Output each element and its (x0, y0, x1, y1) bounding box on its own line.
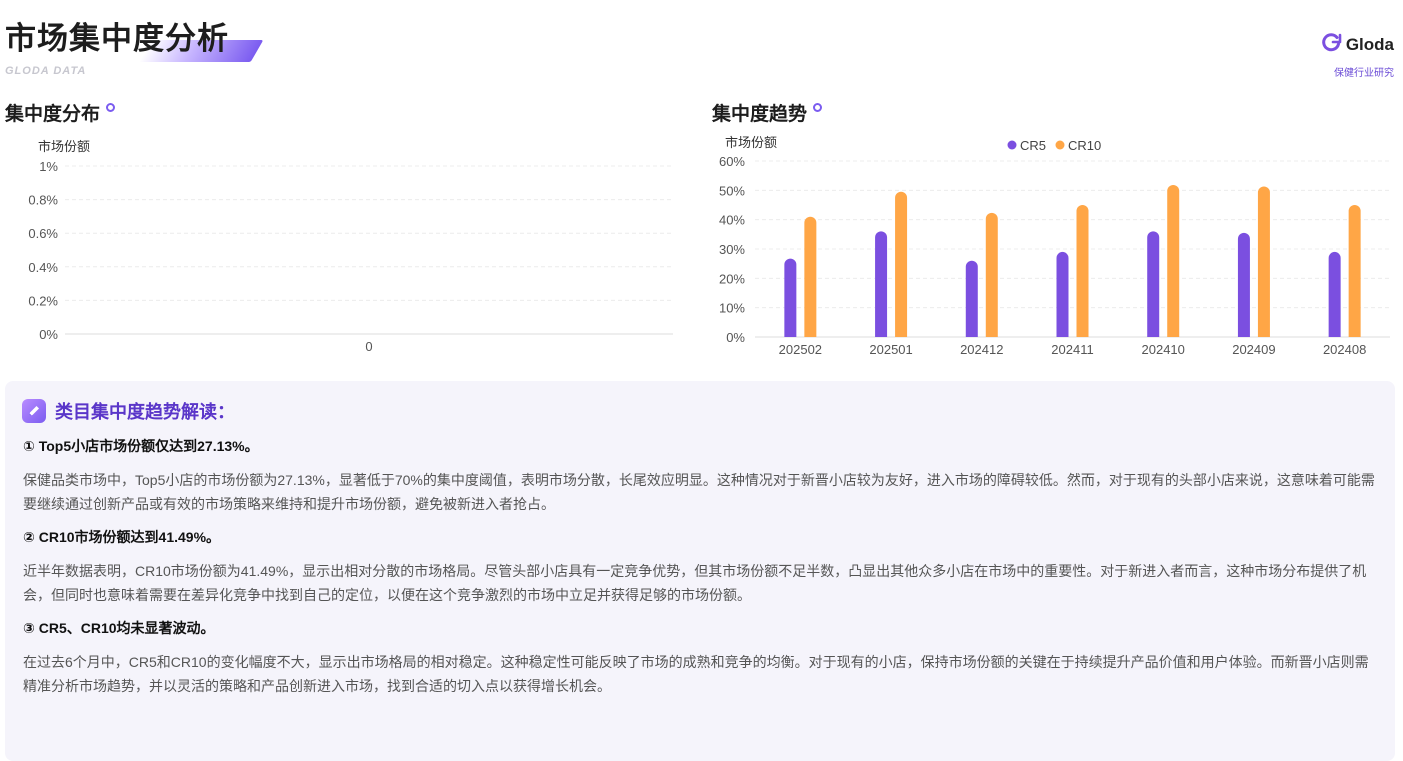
cr5-bar (1237, 232, 1250, 337)
cr10-bar (804, 216, 817, 337)
cr5-bar (1328, 251, 1341, 337)
trend-title-text: 集中度趋势 (712, 104, 808, 125)
analysis-header: 类目集中度趋势解读： (22, 398, 235, 424)
y-tick-label: 0% (726, 330, 745, 345)
pen-icon (22, 399, 46, 423)
analysis-item: ② CR10市场份额达到41.49%。 近半年数据表明，CR10市场份额为41.… (23, 528, 1379, 607)
analysis-item: ③ CR5、CR10均未显著波动。 在过去6个月中，CR5和CR10的变化幅度不… (23, 619, 1379, 698)
analysis-list: ① Top5小店市场份额仅达到27.13%。 保健品类市场中，Top5小店的市场… (23, 437, 1379, 710)
x-tick-label: 202411 (1051, 342, 1093, 357)
trend-section-title: 集中度趋势 (712, 99, 823, 126)
x-tick-label: 202410 (1142, 342, 1185, 357)
y-tick-label: 0.8% (28, 193, 58, 208)
y-tick-label: 40% (719, 213, 745, 228)
analysis-title: 类目集中度趋势解读： (55, 402, 235, 422)
cr5-bar (1056, 251, 1069, 337)
cr10-bar (895, 191, 908, 337)
y-tick-label: 1% (39, 159, 58, 174)
x-tick-label: 202412 (960, 342, 1003, 357)
legend-marker (1055, 140, 1065, 150)
analysis-item-body: 保健品类市场中，Top5小店的市场份额为27.13%，显著低于70%的集中度阈值… (23, 472, 1375, 512)
y-axis-label: 市场份额 (38, 139, 90, 154)
cr5-bar (1147, 231, 1160, 337)
x-tick-label: 202501 (869, 342, 912, 357)
y-axis-label: 市场份额 (725, 135, 777, 150)
y-tick-label: 0% (39, 327, 58, 342)
analysis-item: ① Top5小店市场份额仅达到27.13%。 保健品类市场中，Top5小店的市场… (23, 437, 1379, 516)
brand-logo: Gloda 保健行业研究 (1320, 31, 1394, 79)
cr5-bar (965, 260, 978, 337)
page-title: 市场集中度分析 (5, 21, 229, 56)
analysis-item-body: 在过去6个月中，CR5和CR10的变化幅度不大，显示出市场格局的相对稳定。这种稳… (23, 654, 1369, 694)
page-subtitle: GLODA DATA (5, 65, 87, 77)
cr5-bar (784, 258, 797, 337)
trend-chart: 市场份额 0% 10% 20% 30% 40% 50% 60% CR5 CR10 202502 202… (719, 135, 1390, 357)
brand-subtitle: 保健行业研究 (1334, 68, 1394, 79)
cr10-bar (1076, 205, 1089, 337)
y-tick-label: 10% (719, 301, 745, 316)
analysis-item-title: ② CR10市场份额达到41.49%。 (23, 529, 221, 545)
page-title-wrap: 市场集中度分析 (5, 18, 264, 62)
y-tick-label: 20% (719, 271, 745, 286)
analysis-panel: 类目集中度趋势解读： ① Top5小店市场份额仅达到27.13%。 保健品类市场… (5, 381, 1395, 761)
y-tick-label: 0.4% (28, 260, 58, 275)
distribution-title-text: 集中度分布 (5, 104, 101, 125)
y-tick-label: 0.2% (28, 293, 58, 308)
legend-label: CR10 (1068, 138, 1101, 153)
cr10-bar (1348, 205, 1361, 337)
section-dot-icon (813, 103, 823, 112)
cr5-bar (875, 231, 888, 337)
analysis-item-title: ③ CR5、CR10均未显著波动。 (23, 620, 215, 636)
legend-label: CR5 (1020, 138, 1046, 153)
x-tick-label: 202502 (779, 342, 822, 357)
x-tick-label: 202408 (1323, 342, 1366, 357)
y-tick-label: 30% (719, 242, 745, 257)
cr10-bar (985, 212, 998, 337)
distribution-chart: 市场份额 0% 0.2% 0.4% 0.6% 0.8% 1% 0 (28, 139, 673, 354)
analysis-item-title: ① Top5小店市场份额仅达到27.13%。 (23, 438, 259, 454)
section-dot-icon (106, 103, 116, 112)
cr10-bar (1167, 185, 1180, 337)
brand-name: Gloda (1345, 34, 1394, 54)
y-tick-label: 0.6% (28, 226, 58, 241)
distribution-section-title: 集中度分布 (5, 99, 116, 126)
gloda-logo-icon (1320, 31, 1342, 58)
x-tick-label: 0 (365, 339, 372, 354)
cr10-bar (1257, 186, 1270, 337)
x-tick-label: 202409 (1232, 342, 1275, 357)
legend-marker (1007, 140, 1017, 150)
y-tick-label: 60% (719, 154, 745, 169)
analysis-item-body: 近半年数据表明，CR10市场份额为41.49%，显示出相对分散的市场格局。尽管头… (23, 563, 1367, 603)
y-tick-label: 50% (719, 183, 745, 198)
